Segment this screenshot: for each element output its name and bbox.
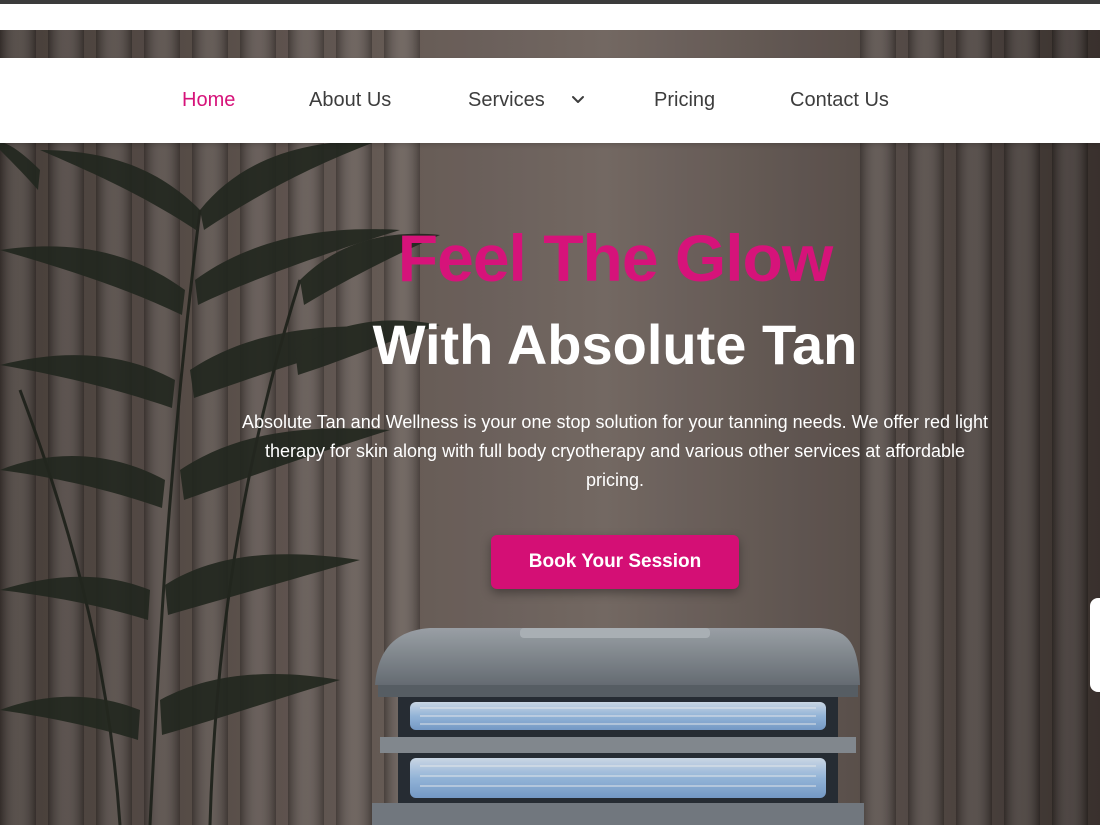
main-navbar: Home About Us Services Pricing Contact U… <box>0 58 1100 143</box>
nav-link-contact-us[interactable]: Contact Us <box>790 87 889 113</box>
nav-link-pricing[interactable]: Pricing <box>654 87 715 113</box>
side-widget-tab[interactable] <box>1090 598 1100 692</box>
nav-link-about-us[interactable]: About Us <box>309 87 391 113</box>
book-session-button[interactable]: Book Your Session <box>491 535 739 589</box>
chevron-down-icon[interactable] <box>571 95 585 105</box>
hero-subheadline: With Absolute Tan <box>372 313 858 376</box>
hero-description: Absolute Tan and Wellness is your one st… <box>241 412 989 490</box>
nav-link-home[interactable]: Home <box>182 87 235 113</box>
page-top-strip <box>0 4 1100 30</box>
hero-headline: Feel The Glow <box>397 221 833 295</box>
nav-link-services-label: Services <box>468 89 545 111</box>
nav-link-services[interactable]: Services <box>468 87 584 113</box>
